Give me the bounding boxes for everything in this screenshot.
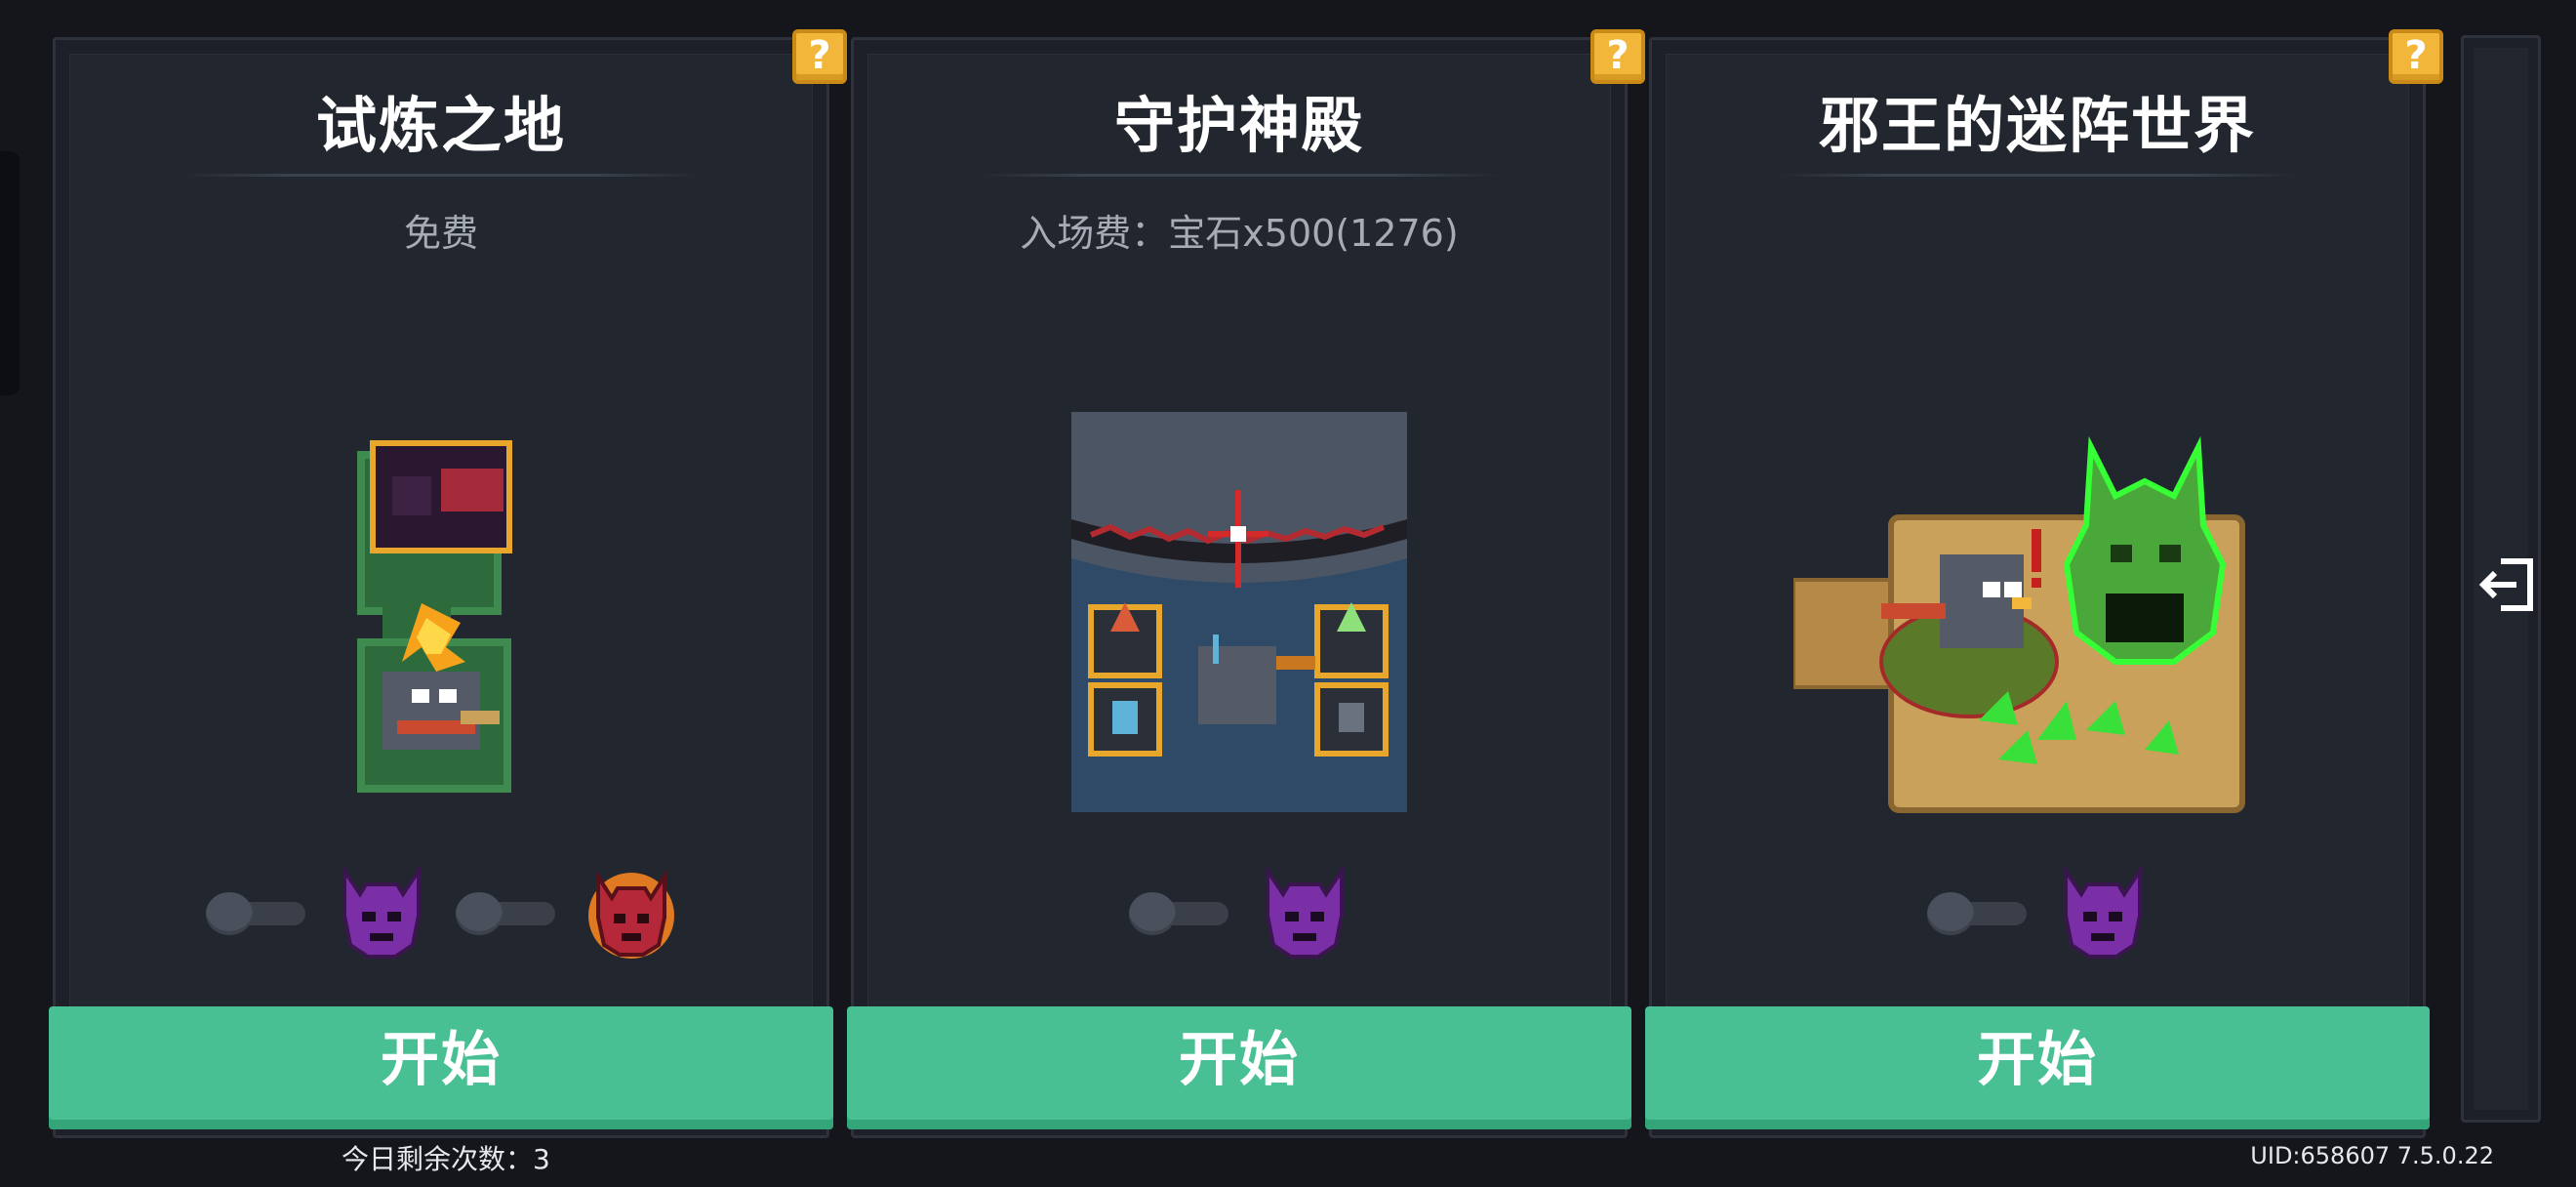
mode-card-trial: ? 试炼之地 免费 开始 [49,29,847,1138]
daily-remaining-count: 今日剩余次数：3 [342,1143,550,1175]
question-mark-icon: ? [808,33,831,78]
uid-version-label: UID:658607 7.5.0.22 [2250,1142,2494,1169]
trial-ground-illustration [357,440,512,793]
toggle-knob [456,892,503,935]
guardian-temple-illustration [1071,412,1407,812]
start-button[interactable]: 开始 [1645,1006,2430,1129]
modifier-toggle[interactable] [1927,892,2029,935]
modifier-toggle[interactable] [1129,892,1230,935]
modifier-toggle[interactable] [206,892,307,935]
evil-king-maze-illustration [1793,435,2245,813]
exit-panel[interactable] [2461,35,2541,1123]
start-button[interactable]: 开始 [847,1006,1631,1129]
purple-demon-mask-icon[interactable] [2058,867,2148,961]
card-title: 守护神殿 [1113,90,1364,161]
exit-door-icon[interactable] [2477,555,2536,614]
modifier-row [1649,865,2426,962]
toggle-knob [1129,892,1176,935]
modifier-row [53,865,829,962]
purple-demon-mask-icon[interactable] [1260,867,1349,961]
title-divider [180,174,703,177]
purple-demon-mask-icon[interactable] [337,867,426,961]
question-mark-icon: ? [1606,33,1630,78]
red-demon-mask-icon[interactable] [586,867,676,961]
left-edge-tab[interactable] [0,151,20,395]
start-button[interactable]: 开始 [49,1006,833,1129]
card-title: 试炼之地 [315,90,566,161]
entry-fee: 入场费：宝石x500(1276) [1020,212,1459,255]
title-divider [1776,174,2299,177]
toggle-knob [1927,892,1974,935]
question-mark-icon: ? [2404,33,2428,78]
title-divider [978,174,1501,177]
entry-fee: 免费 [403,212,478,255]
mode-card-temple: ? 守护神殿 入场费：宝石x500(1276) 开始 [847,29,1645,1138]
mode-card-evil-king-maze: ? 邪王的迷阵世界 开始 [1645,29,2443,1138]
modifier-row [851,865,1628,962]
toggle-knob [206,892,253,935]
modifier-toggle[interactable] [456,892,557,935]
card-title: 邪王的迷阵世界 [1818,90,2256,161]
